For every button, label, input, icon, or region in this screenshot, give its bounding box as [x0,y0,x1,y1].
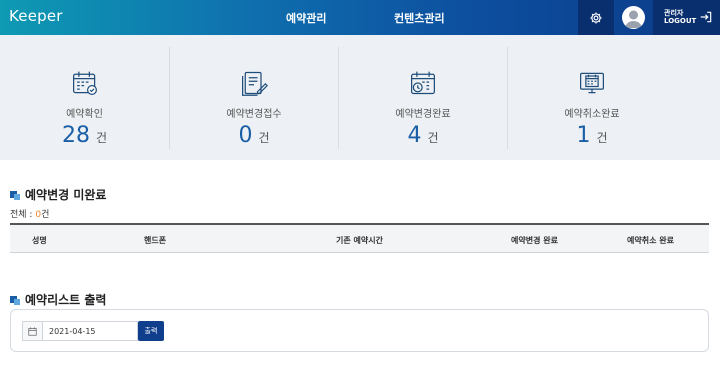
stat-unit: 건 [258,131,270,145]
section-title-text: 예약변경 미완료 [25,188,107,202]
calendar-icon [28,326,37,336]
stat-value: 4건 [339,123,507,148]
document-edit-icon [242,71,268,96]
stat-label: 예약취소완료 [564,109,620,120]
stat-unit: 건 [427,131,439,145]
stat-label: 예약변경완료 [395,109,451,120]
print-button[interactable]: 출력 [138,321,164,341]
section-bullet-icon [10,190,20,200]
stat-number: 28 [61,123,90,148]
stat-reservation-check[interactable]: 예약확인 28 건 [0,35,169,160]
stat-number: 1 [576,123,591,148]
stat-number: 4 [407,123,422,148]
section-title-text: 예약리스트 출력 [25,293,107,307]
calendar-button[interactable] [22,321,42,341]
logout-icon[interactable] [699,10,713,24]
logout-link[interactable]: LOGOUT [664,17,696,25]
column-header-name[interactable]: 성명 [32,235,47,246]
stat-number: 0 [238,123,253,148]
top-header: Keeper 예약관리 컨텐츠관리 관리자 LOGOUT [0,0,720,35]
stat-label: 예약변경접수 [226,109,282,120]
stat-cancel-complete[interactable]: 예약취소완료 1건 [507,47,676,149]
stats-panel: 예약확인 28 건 예약변경접수 0건 예약변경완료 4건 예약취소완료 1 건 [0,35,720,160]
stat-unit: 건 [95,131,108,145]
settings-button[interactable] [578,0,614,35]
gear-icon [590,11,602,24]
calendar-clock-icon [411,71,435,95]
date-input[interactable] [42,321,138,341]
stat-value: 0건 [170,123,338,148]
total-label: 전체 : [10,210,36,220]
total-unit: 건 [41,210,50,220]
user-box: 관리자 LOGOUT [653,0,720,35]
column-header-original-time[interactable]: 기존 예약시간 [336,235,383,246]
section-title-print-list: 예약리스트 출력 [10,291,106,308]
table-header: 성명 핸드폰 기존 예약시간 예약변경 완료 예약취소 완료 [10,223,709,253]
section-title-incomplete-changes: 예약변경 미완료 [10,186,106,203]
column-header-cancel-complete[interactable]: 예약취소 완료 [627,235,674,246]
user-icon [625,10,642,28]
stat-unit: 건 [596,131,608,145]
stat-label: 예약확인 [66,109,103,120]
nav-content-management[interactable]: 컨텐츠관리 [394,10,445,26]
calendar-check-icon [72,71,97,95]
monitor-calendar-icon [580,72,604,94]
stat-value: 28 건 [0,123,169,148]
print-filter-box: 출력 [10,309,709,352]
stat-change-complete[interactable]: 예약변경완료 4건 [338,47,507,149]
stat-value: 1건 [508,123,676,148]
column-header-phone[interactable]: 핸드폰 [144,235,166,246]
avatar[interactable] [622,6,645,29]
stat-change-received[interactable]: 예약변경접수 0건 [169,47,338,149]
column-header-change-complete[interactable]: 예약변경 완료 [511,235,558,246]
logo[interactable]: Keeper [9,7,63,25]
nav-reservation-management[interactable]: 예약관리 [286,10,326,26]
total-count: 전체 : 0건 [10,207,49,220]
section-bullet-icon [10,295,20,305]
